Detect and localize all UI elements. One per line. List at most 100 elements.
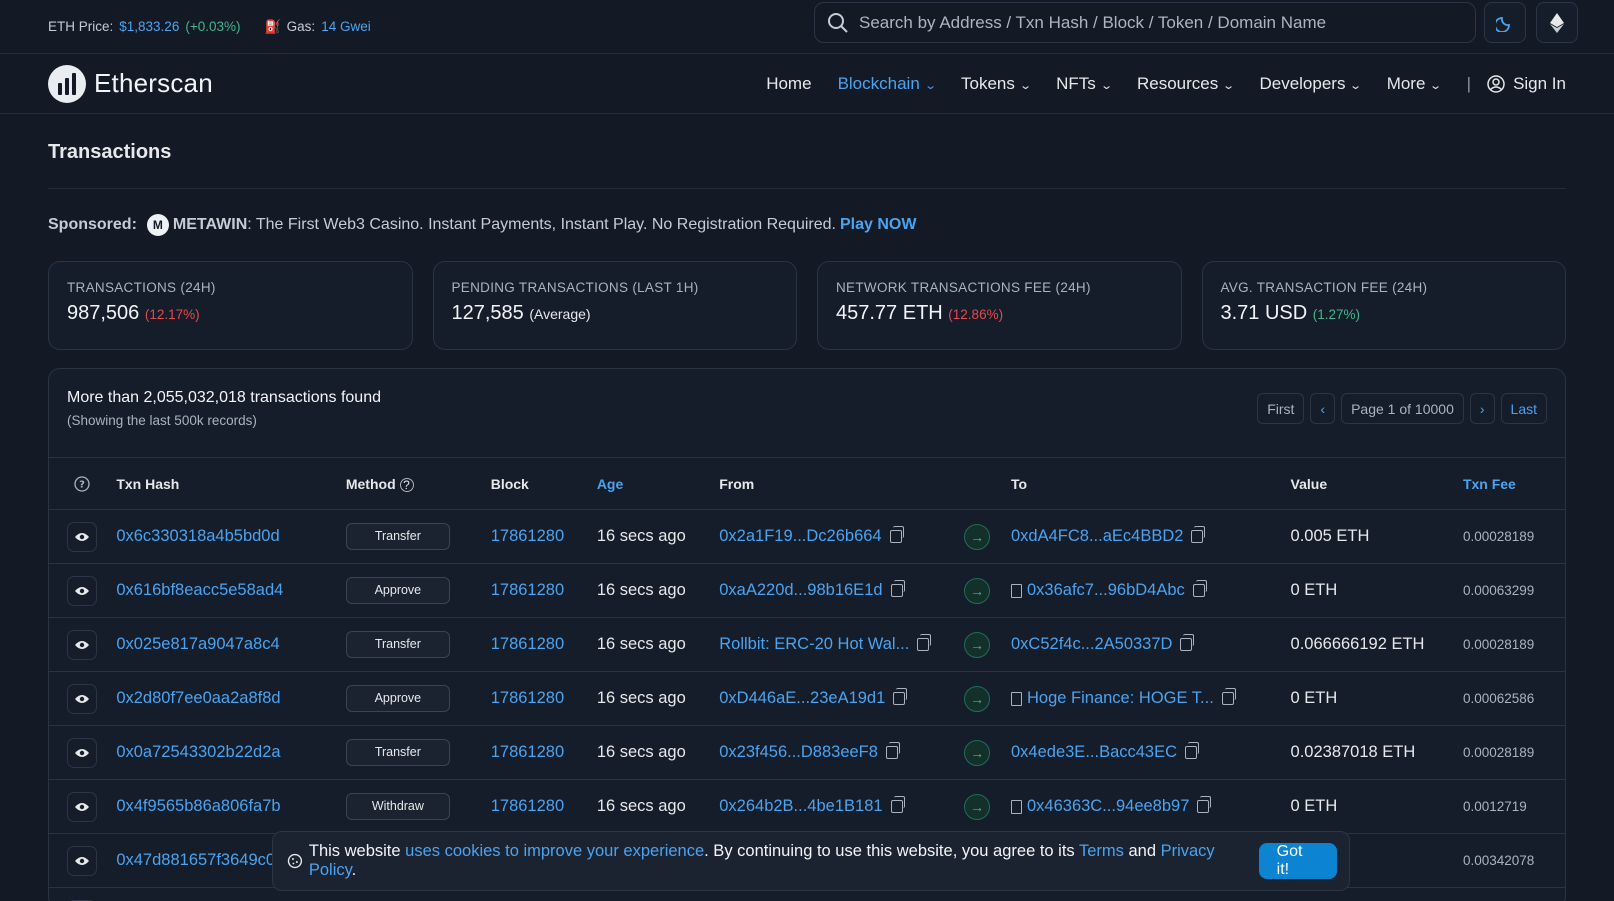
copy-icon[interactable] <box>1192 580 1207 598</box>
search-input[interactable]: Search by Address / Txn Hash / Block / T… <box>814 2 1476 43</box>
to-address-link[interactable]: Hoge Finance: HOGE T... <box>1027 689 1214 707</box>
etherscan-logo[interactable]: Etherscan <box>48 64 213 103</box>
nav-resources[interactable]: Resources ⌄ <box>1137 74 1235 94</box>
sponsor-text: : The First Web3 Casino. Instant Payment… <box>247 216 836 233</box>
eye-icon[interactable] <box>67 737 97 768</box>
col-method: Method ? <box>345 457 491 510</box>
gas-label: Gas: <box>286 19 316 34</box>
table-row: 0x2d80f7ee0aa2a8f8d Approve 17861280 16 sec… <box>49 671 1565 726</box>
transactions-header: More than 2,055,032,018 transactions fou… <box>49 369 1565 457</box>
txn-hash-link[interactable]: 0x025e817a9047a8c4 <box>116 635 279 653</box>
method-badge: Approve <box>345 577 450 604</box>
txn-hash-link[interactable]: 0x47d881657f3649c0 <box>116 851 275 869</box>
eth-price-value[interactable]: $1,833.26 <box>119 19 179 34</box>
stat-value: 127,585 (Average) <box>451 302 591 324</box>
gas-value[interactable]: 14 Gwei <box>321 19 371 34</box>
eye-icon[interactable] <box>67 521 97 552</box>
table-row: 0x6c330318a4b5bd0d Transfer 17861280 16 sec… <box>49 509 1565 564</box>
arrow-right-icon: → <box>964 685 991 712</box>
eye-icon[interactable] <box>67 845 97 876</box>
info-icon[interactable]: ? <box>399 477 414 492</box>
contract-icon <box>1011 799 1022 814</box>
nav-home[interactable]: Home <box>766 74 811 94</box>
transactions-card: More than 2,055,032,018 transactions fou… <box>48 368 1566 901</box>
page-title: Transactions <box>48 114 1566 189</box>
block-link[interactable]: 17861280 <box>491 635 564 653</box>
stats-row: TRANSACTIONS (24H) 987,506 (12.17%) PEND… <box>48 261 1566 350</box>
nav-developers[interactable]: Developers ⌄ <box>1259 74 1362 94</box>
etherscan-logo-icon <box>48 64 86 103</box>
stat-value: 457.77 ETH (12.86%) <box>836 302 1004 324</box>
ethereum-icon <box>1550 12 1564 33</box>
network-button[interactable] <box>1536 2 1578 43</box>
nav-nfts[interactable]: NFTs ⌄ <box>1056 74 1113 94</box>
table-row: 0x0a72543302b22d2a Transfer 17861280 16 sec… <box>49 725 1565 780</box>
stat-card: PENDING TRANSACTIONS (LAST 1H) 127,585 (… <box>432 261 797 350</box>
from-address-link[interactable]: 0x23f456...D883eeF8 <box>719 743 878 761</box>
to-address-link[interactable]: 0x46363C...94ee8b97 <box>1027 797 1189 815</box>
value-text: 0.02387018 ETH <box>1290 743 1416 761</box>
sign-in-link[interactable]: Sign In <box>1487 74 1566 94</box>
copy-icon[interactable] <box>885 742 900 760</box>
last-page-button[interactable]: Last <box>1500 393 1547 424</box>
nav-tokens[interactable]: Tokens ⌄ <box>961 74 1032 94</box>
txn-hash-link[interactable]: 0x616bf8eacc5e58ad4 <box>116 581 283 599</box>
metawin-logo-icon: M <box>146 214 169 236</box>
txn-hash-link[interactable]: 0x6c330318a4b5bd0d <box>116 527 279 545</box>
col-txn-fee[interactable]: Txn Fee <box>1462 457 1565 510</box>
copy-icon[interactable] <box>1180 634 1195 652</box>
to-address-link[interactable]: 0x4ede3E...Bacc43EC <box>1011 743 1177 761</box>
to-address-link[interactable]: 0x36afc7...96bD4Abc <box>1027 581 1185 599</box>
svg-text:?: ? <box>79 479 85 490</box>
to-address-link[interactable]: 0xdA4FC8...aEc4BBD2 <box>1011 527 1183 545</box>
from-address-link[interactable]: Rollbit: ERC-20 Hot Wal... <box>719 635 909 653</box>
copy-icon[interactable] <box>890 580 905 598</box>
from-address-link[interactable]: 0x2a1F19...Dc26b664 <box>719 527 881 545</box>
block-link[interactable]: 17861280 <box>491 743 564 761</box>
col-age[interactable]: Age <box>596 457 720 510</box>
cookie-text: This website uses cookies to improve you… <box>308 842 1215 879</box>
from-address-link[interactable]: 0xaA220d...98b16E1d <box>719 581 882 599</box>
nav-more[interactable]: More ⌄ <box>1387 74 1443 94</box>
first-page-button[interactable]: First <box>1257 393 1305 424</box>
sponsor-cta-link[interactable]: Play NOW <box>840 216 916 234</box>
copy-icon[interactable] <box>1191 526 1206 544</box>
arrow-right-icon: → <box>964 793 991 820</box>
txn-hash-link[interactable]: 0x0a72543302b22d2a <box>116 743 280 761</box>
value-text: 0 ETH <box>1290 797 1338 815</box>
block-link[interactable]: 17861280 <box>491 581 564 599</box>
nav-blockchain[interactable]: Blockchain ⌄ <box>838 74 937 94</box>
copy-icon[interactable] <box>1197 796 1212 814</box>
eye-icon[interactable] <box>67 629 97 660</box>
block-link[interactable]: 17861280 <box>491 689 564 707</box>
eye-icon[interactable] <box>67 575 97 606</box>
block-link[interactable]: 17861280 <box>491 797 564 815</box>
copy-icon[interactable] <box>1221 688 1236 706</box>
eye-icon[interactable] <box>67 791 97 822</box>
from-address-link[interactable]: 0xD446aE...23eA19d1 <box>719 689 885 707</box>
chevron-left-icon: ‹ <box>1320 400 1326 417</box>
cookie-accept-button[interactable]: Got it! <box>1258 843 1337 879</box>
copy-icon[interactable] <box>893 688 908 706</box>
block-link[interactable]: 17861280 <box>491 527 564 545</box>
col-to: To <box>1011 457 1291 510</box>
theme-toggle-button[interactable] <box>1484 2 1526 43</box>
prev-page-button[interactable]: ‹ <box>1310 393 1336 424</box>
method-badge: Withdraw <box>345 793 450 820</box>
copy-icon[interactable] <box>1185 742 1200 760</box>
to-address-link[interactable]: 0xC52f4c...2A50337D <box>1011 635 1172 653</box>
from-address-link[interactable]: 0x264b2B...4be1B181 <box>719 797 882 815</box>
cookie-policy-link[interactable]: uses cookies to improve your experience <box>405 842 704 860</box>
copy-icon[interactable] <box>917 634 932 652</box>
eye-icon[interactable] <box>67 683 97 714</box>
copy-icon[interactable] <box>890 796 905 814</box>
txn-fee-text: 0.00028189 <box>1462 745 1535 760</box>
next-page-button[interactable]: › <box>1469 393 1495 424</box>
txn-hash-link[interactable]: 0x4f9565b86a806fa7b <box>116 797 280 815</box>
help-icon[interactable]: ? <box>67 469 97 499</box>
terms-link[interactable]: Terms <box>1079 842 1124 860</box>
copy-icon[interactable] <box>889 526 904 544</box>
table-row: 0x4f9565b86a806fa7b Withdraw 17861280 16 se… <box>49 779 1565 834</box>
age-text: 16 secs ago <box>596 743 686 761</box>
txn-hash-link[interactable]: 0x2d80f7ee0aa2a8f8d <box>116 689 280 707</box>
